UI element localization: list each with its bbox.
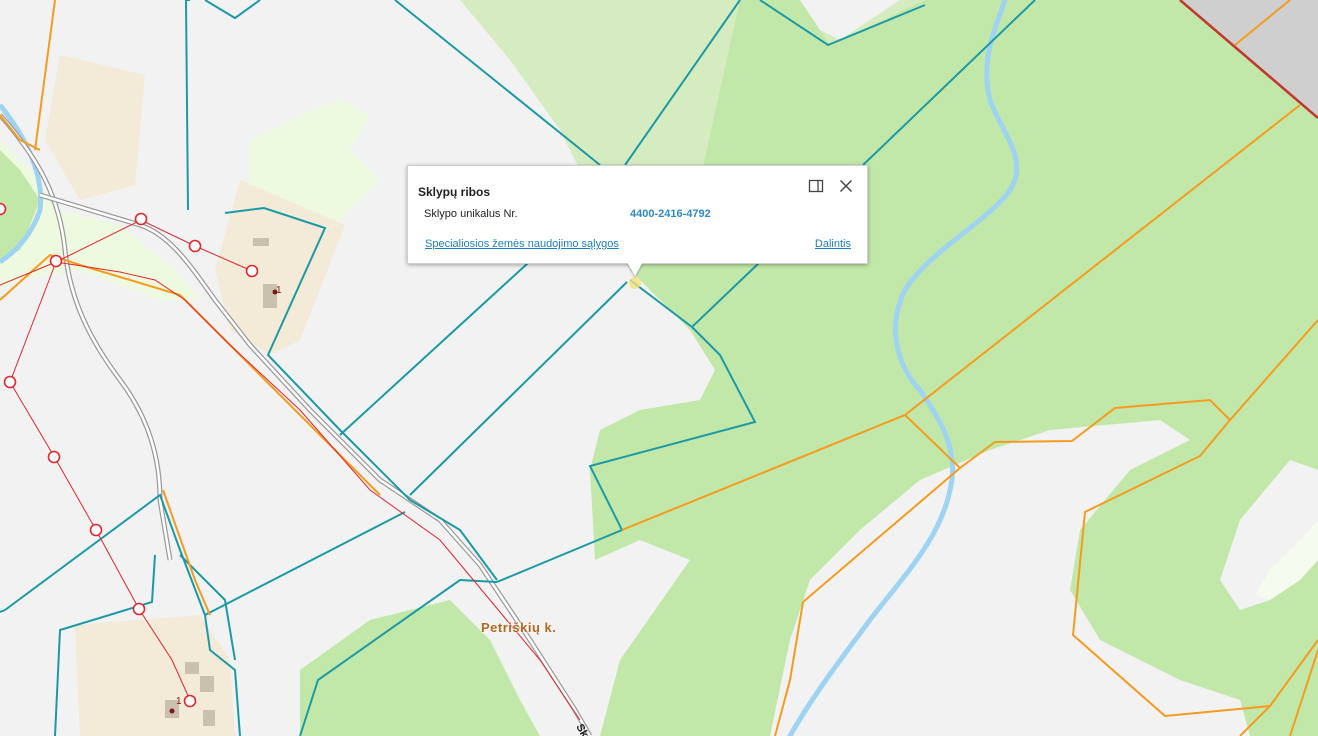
map-layers (0, 0, 1318, 736)
address-point (169, 708, 175, 714)
house-number-label: 1 (176, 696, 182, 707)
map-canvas[interactable]: 1 1 Petriškių k. Sk (0, 0, 1318, 736)
building (263, 284, 277, 308)
power-pole (132, 602, 146, 616)
parcel-info-popup: Sklypų ribos Sklypo unikalus Nr. 4400-24… (407, 165, 868, 264)
house-number-label: 1 (276, 285, 282, 296)
building (185, 662, 199, 674)
popup-title: Sklypų ribos (418, 185, 491, 199)
power-pole (47, 450, 61, 464)
building (253, 238, 269, 246)
close-button[interactable] (837, 177, 855, 195)
building (200, 676, 214, 692)
special-conditions-link[interactable]: Specialiosios žemės naudojimo sąlygos (425, 238, 619, 250)
parcel-id-value: 4400-2416-4792 (630, 208, 711, 220)
power-pole (49, 254, 63, 268)
parcel-id-label: Sklypo unikalus Nr. (424, 208, 518, 220)
power-pole (188, 239, 202, 253)
dock-panel-icon (808, 179, 824, 193)
close-icon (840, 180, 852, 192)
building (203, 710, 215, 726)
power-pole (245, 264, 259, 278)
power-pole (134, 212, 148, 226)
village-label: Petriškių k. (481, 620, 557, 635)
selected-location-marker (629, 277, 641, 289)
power-pole (3, 375, 17, 389)
power-pole (183, 694, 197, 708)
power-pole (0, 202, 7, 216)
dock-panel-button[interactable] (807, 177, 825, 195)
popup-pointer (627, 262, 643, 276)
power-pole (89, 523, 103, 537)
share-link[interactable]: Dalintis (815, 238, 851, 250)
